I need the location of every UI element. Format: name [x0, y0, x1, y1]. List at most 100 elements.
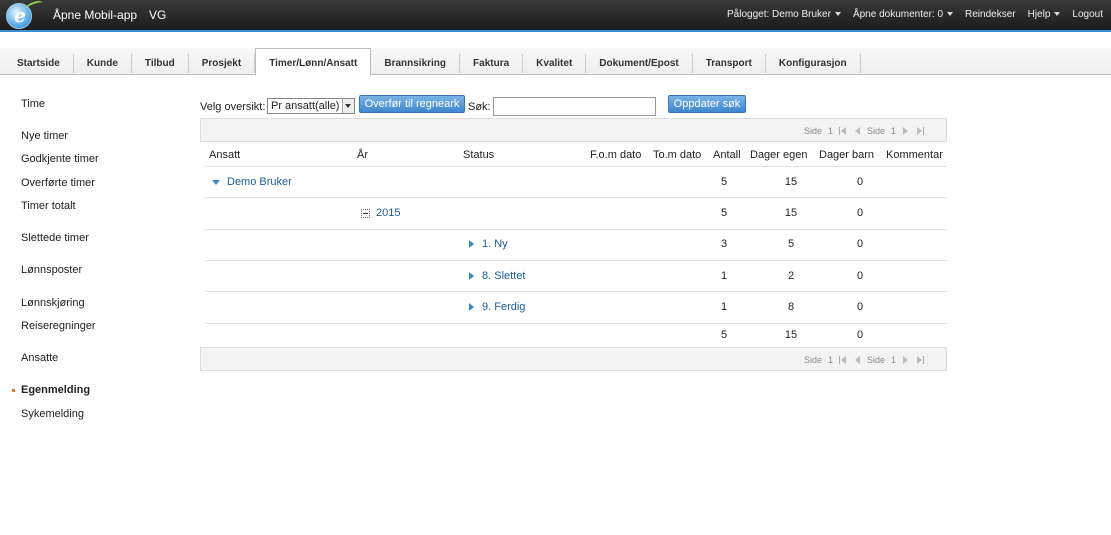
tab-timer-lonn-ansatt[interactable]: Timer/Lønn/Ansatt	[255, 48, 372, 76]
column-header-ansatt[interactable]: Ansatt	[209, 149, 240, 161]
row-divider	[204, 197, 947, 198]
tab-kunde[interactable]: Kunde	[74, 54, 132, 73]
pager-bottom: Side 1 Side 1	[200, 347, 947, 371]
column-header-tom-dato[interactable]: To.m dato	[653, 149, 701, 161]
expand-triangle-icon[interactable]	[469, 272, 474, 280]
pager-top: Side 1 Side 1	[200, 118, 947, 142]
expand-triangle-icon[interactable]	[469, 303, 474, 311]
previous-page-icon[interactable]	[853, 356, 861, 364]
overview-select[interactable]: Pr ansatt(alle)	[267, 98, 355, 114]
search-input[interactable]	[493, 97, 656, 116]
chevron-down-icon	[342, 99, 354, 113]
expand-triangle-icon[interactable]	[469, 240, 474, 248]
column-header-dager-egen[interactable]: Dager egen	[750, 149, 808, 161]
row-divider	[204, 166, 947, 167]
sidebar-item-egenmelding[interactable]: Egenmelding	[21, 384, 90, 396]
pager-side-label-2: Side	[866, 355, 885, 365]
collapse-triangle-icon[interactable]	[212, 180, 220, 185]
cell-antall: 1	[720, 301, 728, 313]
sidebar-item-nye-timer[interactable]: Nye timer	[21, 130, 68, 142]
top-bar: e Åpne Mobil-app VG Pålogget: Demo Bruke…	[0, 0, 1111, 30]
first-page-icon[interactable]	[838, 356, 847, 364]
total-dager-barn: 0	[856, 329, 864, 341]
top-bar-accent-line	[0, 30, 1111, 32]
tab-startside[interactable]: Startside	[4, 54, 74, 73]
tab-tilbud[interactable]: Tilbud	[132, 54, 189, 73]
sidebar-item-time[interactable]: Time	[21, 98, 45, 110]
pager-page-number: 1	[827, 126, 833, 136]
sidebar-item-slettede-timer[interactable]: Slettede timer	[21, 232, 89, 244]
year-link[interactable]: 2015	[376, 207, 400, 219]
search-label: Søk:	[468, 101, 491, 113]
first-page-icon[interactable]	[838, 127, 847, 135]
column-header-kommentar[interactable]: Kommentar	[886, 149, 943, 161]
employee-name-link[interactable]: Demo Bruker	[227, 176, 292, 188]
next-page-icon[interactable]	[902, 356, 910, 364]
logout-link[interactable]: Logout	[1072, 9, 1103, 20]
reindex-link[interactable]: Reindekser	[965, 9, 1016, 20]
pager-total-pages: 1	[890, 126, 896, 136]
tab-kvalitet[interactable]: Kvalitet	[523, 54, 587, 73]
sidebar-item-godkjente-timer[interactable]: Godkjente timer	[21, 153, 99, 165]
cell-dager-egen: 8	[787, 301, 795, 313]
row-divider	[204, 260, 947, 261]
sidebar-item-ansatte[interactable]: Ansatte	[21, 352, 58, 364]
sidebar-item-timer-totalt[interactable]: Timer totalt	[21, 200, 76, 212]
column-header-antall[interactable]: Antall	[713, 149, 741, 161]
cell-dager-barn: 0	[856, 176, 864, 188]
logged-in-menu[interactable]: Pålogget: Demo Bruker	[727, 9, 841, 20]
collapse-minus-icon[interactable]	[361, 209, 370, 218]
last-page-icon[interactable]	[916, 356, 924, 364]
status-link-ny[interactable]: 1. Ny	[482, 238, 508, 250]
total-antall: 5	[720, 329, 728, 341]
previous-page-icon[interactable]	[853, 127, 861, 135]
overview-label: Velg oversikt:	[200, 101, 266, 113]
tab-faktura[interactable]: Faktura	[460, 54, 524, 73]
sidebar-item-reiseregninger[interactable]: Reiseregninger	[21, 320, 96, 332]
tab-konfigurasjon[interactable]: Konfigurasjon	[766, 54, 861, 73]
row-divider	[204, 323, 947, 324]
cell-dager-barn: 0	[856, 207, 864, 219]
tab-prosjekt[interactable]: Prosjekt	[189, 54, 256, 73]
cell-dager-barn: 0	[856, 270, 864, 282]
open-documents-menu[interactable]: Åpne dokumenter: 0	[853, 9, 953, 20]
column-header-fom-dato[interactable]: F.o.m dato	[590, 149, 641, 161]
status-link-ferdig[interactable]: 9. Ferdig	[482, 301, 525, 313]
cell-antall: 5	[720, 207, 728, 219]
export-to-spreadsheet-button[interactable]: Overfør til regneark	[359, 95, 465, 113]
pager-page-number: 1	[827, 355, 833, 365]
help-menu[interactable]: Hjelp	[1028, 9, 1061, 20]
sidebar-item-lonnskjoring[interactable]: Lønnskjøring	[21, 297, 85, 309]
cell-dager-egen: 5	[787, 238, 795, 250]
column-header-status[interactable]: Status	[463, 149, 494, 161]
active-item-marker	[12, 389, 15, 392]
cell-antall: 3	[720, 238, 728, 250]
cell-antall: 5	[720, 176, 728, 188]
top-menu: Pålogget: Demo Bruker Åpne dokumenter: 0…	[727, 9, 1103, 20]
tab-brannsikring[interactable]: Brannsikring	[371, 54, 461, 73]
column-header-aar[interactable]: År	[357, 149, 368, 161]
cell-antall: 1	[720, 270, 728, 282]
app-subtitle[interactable]: VG	[149, 8, 166, 22]
pager-total-pages: 1	[890, 355, 896, 365]
app-logo-icon[interactable]: e	[6, 0, 44, 29]
last-page-icon[interactable]	[916, 127, 924, 135]
tab-dokument-epost[interactable]: Dokument/Epost	[586, 54, 693, 73]
status-link-slettet[interactable]: 8. Slettet	[482, 270, 525, 282]
main-tabs: Startside Kunde Tilbud Prosjekt Timer/Lø…	[4, 48, 861, 76]
tab-transport[interactable]: Transport	[693, 54, 766, 73]
column-header-dager-barn[interactable]: Dager barn	[819, 149, 874, 161]
sidebar-item-overforte-timer[interactable]: Overførte timer	[21, 177, 95, 189]
update-search-button[interactable]: Oppdater søk	[668, 95, 746, 113]
row-divider	[204, 291, 947, 292]
sidebar-item-lonnsposter[interactable]: Lønnsposter	[21, 264, 82, 276]
cell-dager-barn: 0	[856, 238, 864, 250]
cell-dager-egen: 2	[787, 270, 795, 282]
pager-side-label: Side	[803, 126, 822, 136]
pager-side-label: Side	[803, 355, 822, 365]
sidebar-item-sykemelding[interactable]: Sykemelding	[21, 408, 84, 420]
cell-dager-barn: 0	[856, 301, 864, 313]
total-dager-egen: 15	[784, 329, 798, 341]
app-title[interactable]: Åpne Mobil-app	[53, 8, 137, 22]
next-page-icon[interactable]	[902, 127, 910, 135]
